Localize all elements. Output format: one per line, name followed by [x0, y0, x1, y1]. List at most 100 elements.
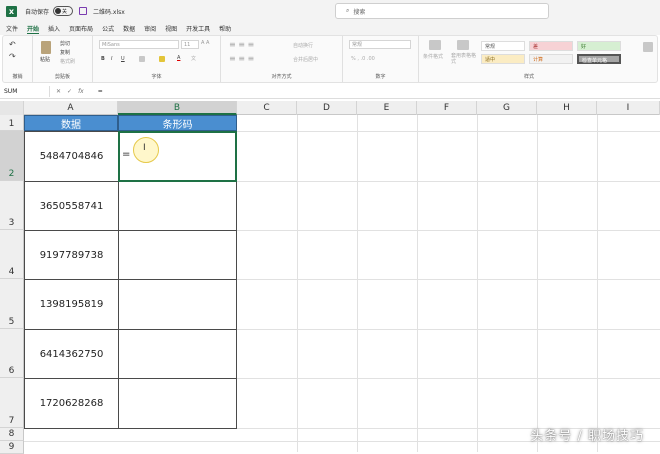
row-header-5[interactable]: 5 [0, 279, 24, 329]
tab-insert[interactable]: 插入 [48, 24, 60, 33]
row-header-6[interactable]: 6 [0, 329, 24, 378]
column-header-g[interactable]: G [477, 101, 537, 115]
cell-b4[interactable] [118, 230, 237, 280]
excel-logo-icon: x [6, 5, 17, 17]
percent-icon[interactable]: % , .0 .00 [351, 56, 375, 62]
merge-center-button[interactable]: 合并后居中 [293, 56, 318, 63]
underline-button[interactable]: U [121, 56, 125, 62]
style-bad[interactable]: 差 [529, 41, 573, 51]
cell-a2[interactable]: 5484704846 [24, 131, 119, 182]
cancel-icon[interactable]: ✕ [56, 88, 61, 95]
column-header-h[interactable]: H [537, 101, 597, 115]
column-header-a[interactable]: A [24, 101, 118, 115]
column-header-b[interactable]: B [118, 101, 237, 115]
cell-a4[interactable]: 9197789738 [24, 230, 119, 280]
copy-button[interactable]: 复制 [60, 49, 70, 56]
font-color-icon[interactable]: A [177, 55, 180, 61]
phonetic-icon[interactable]: 文 [191, 55, 196, 62]
gridline [597, 115, 598, 452]
fx-icon[interactable]: fx [78, 88, 84, 95]
search-icon: ⌕ [346, 7, 350, 14]
row-header-9[interactable]: 9 [0, 441, 24, 454]
cell-a1-header[interactable]: 数据 [24, 115, 118, 131]
row-header-4[interactable]: 4 [0, 230, 24, 279]
style-calculation[interactable]: 计算 [529, 54, 573, 64]
row-header-8[interactable]: 8 [0, 428, 24, 441]
fill-color-icon[interactable] [159, 56, 165, 62]
tab-home[interactable]: 开始 [27, 24, 40, 34]
column-header-c[interactable]: C [237, 101, 297, 115]
cell-b3[interactable] [118, 181, 237, 231]
gridline [477, 115, 478, 452]
enter-icon[interactable]: ✓ [67, 88, 72, 95]
select-all-corner[interactable] [0, 101, 24, 115]
italic-button[interactable]: I [111, 56, 112, 62]
cell-a3[interactable]: 3650558741 [24, 181, 119, 231]
font-name-select[interactable]: MiSans [99, 40, 179, 49]
font-size-select[interactable]: 11 [181, 40, 199, 49]
row-header-2[interactable]: 2 [0, 131, 24, 181]
group-alignment: ≡ ≡ ≡ ≡ ≡ ≡ 自动换行 合并后居中 对齐方式 [221, 36, 343, 82]
row-header-3[interactable]: 3 [0, 181, 24, 230]
cell-a6[interactable]: 6414362750 [24, 329, 119, 379]
cell-b2-text: = [122, 149, 131, 160]
column-header-e[interactable]: E [357, 101, 417, 115]
format-painter-button[interactable]: 格式刷 [60, 58, 75, 65]
formula-input[interactable]: = [98, 88, 103, 95]
row-header-7[interactable]: 7 [0, 378, 24, 428]
bold-button[interactable]: B [101, 56, 105, 62]
border-icon[interactable] [139, 56, 145, 62]
cell-b6[interactable] [118, 329, 237, 379]
name-box[interactable]: SUM [0, 86, 50, 97]
autosave-toggle[interactable]: 关 [53, 6, 74, 16]
toggle-state: 关 [62, 8, 68, 15]
cell-a5[interactable]: 1398195819 [24, 279, 119, 330]
style-good[interactable]: 好 [577, 41, 621, 51]
tab-help[interactable]: 帮助 [219, 24, 231, 33]
mouse-cursor-highlight [133, 137, 159, 163]
table-format-button[interactable]: 套用表格格式 [451, 53, 477, 65]
gridline [357, 115, 358, 452]
style-normal[interactable]: 常规 [481, 41, 525, 51]
tab-file[interactable]: 文件 [6, 24, 18, 33]
save-icon[interactable] [79, 7, 88, 15]
formula-controls: ✕ ✓ fx [56, 88, 84, 95]
column-header-i[interactable]: I [597, 101, 660, 115]
gridline [417, 115, 418, 452]
conditional-format-button[interactable]: 条件格式 [423, 53, 443, 60]
insert-cells-icon[interactable] [643, 42, 653, 52]
search-box[interactable]: ⌕ 搜索 [335, 3, 549, 19]
tab-data[interactable]: 数据 [123, 24, 135, 33]
wrap-text-button[interactable]: 自动换行 [293, 42, 313, 49]
row-header-1[interactable]: 1 [0, 115, 24, 131]
redo-icon[interactable]: ↷ [9, 52, 16, 61]
column-header-d[interactable]: D [297, 101, 357, 115]
cell-b5[interactable] [118, 279, 237, 330]
tab-page-layout[interactable]: 页面布局 [69, 24, 93, 33]
column-header-f[interactable]: F [417, 101, 477, 115]
style-neutral[interactable]: 适中 [481, 54, 525, 64]
paste-button[interactable]: 粘贴 [40, 56, 50, 63]
undo-icon[interactable]: ↶ [9, 40, 16, 49]
gridline [537, 115, 538, 452]
group-undo: ↶ ↷ 撤销 [3, 36, 33, 82]
conditional-format-icon[interactable] [429, 40, 441, 50]
font-grow-icon[interactable]: A A [201, 40, 209, 46]
tab-formulas[interactable]: 公式 [102, 24, 114, 33]
font-group-label: 字体 [151, 74, 162, 80]
group-number: 常规 % , .0 .00 数字 [343, 36, 419, 82]
autosave-label: 自动保存 [25, 8, 50, 16]
align-top-icon[interactable]: ≡ ≡ ≡ [229, 40, 254, 49]
table-format-icon[interactable] [457, 40, 469, 50]
style-check-cell[interactable]: 检查单元格 [577, 54, 621, 64]
cell-b7[interactable] [118, 378, 237, 429]
cell-b1-header[interactable]: 条形码 [118, 115, 237, 131]
number-format-select[interactable]: 常规 [349, 40, 411, 49]
tab-view[interactable]: 视图 [165, 24, 177, 33]
align-left-icon[interactable]: ≡ ≡ ≡ [229, 54, 254, 63]
cell-a7[interactable]: 1720628268 [24, 378, 119, 429]
tab-developer[interactable]: 开发工具 [186, 24, 210, 33]
paste-icon[interactable] [41, 41, 51, 54]
tab-review[interactable]: 审阅 [144, 24, 156, 33]
cut-button[interactable]: 剪切 [60, 40, 70, 47]
